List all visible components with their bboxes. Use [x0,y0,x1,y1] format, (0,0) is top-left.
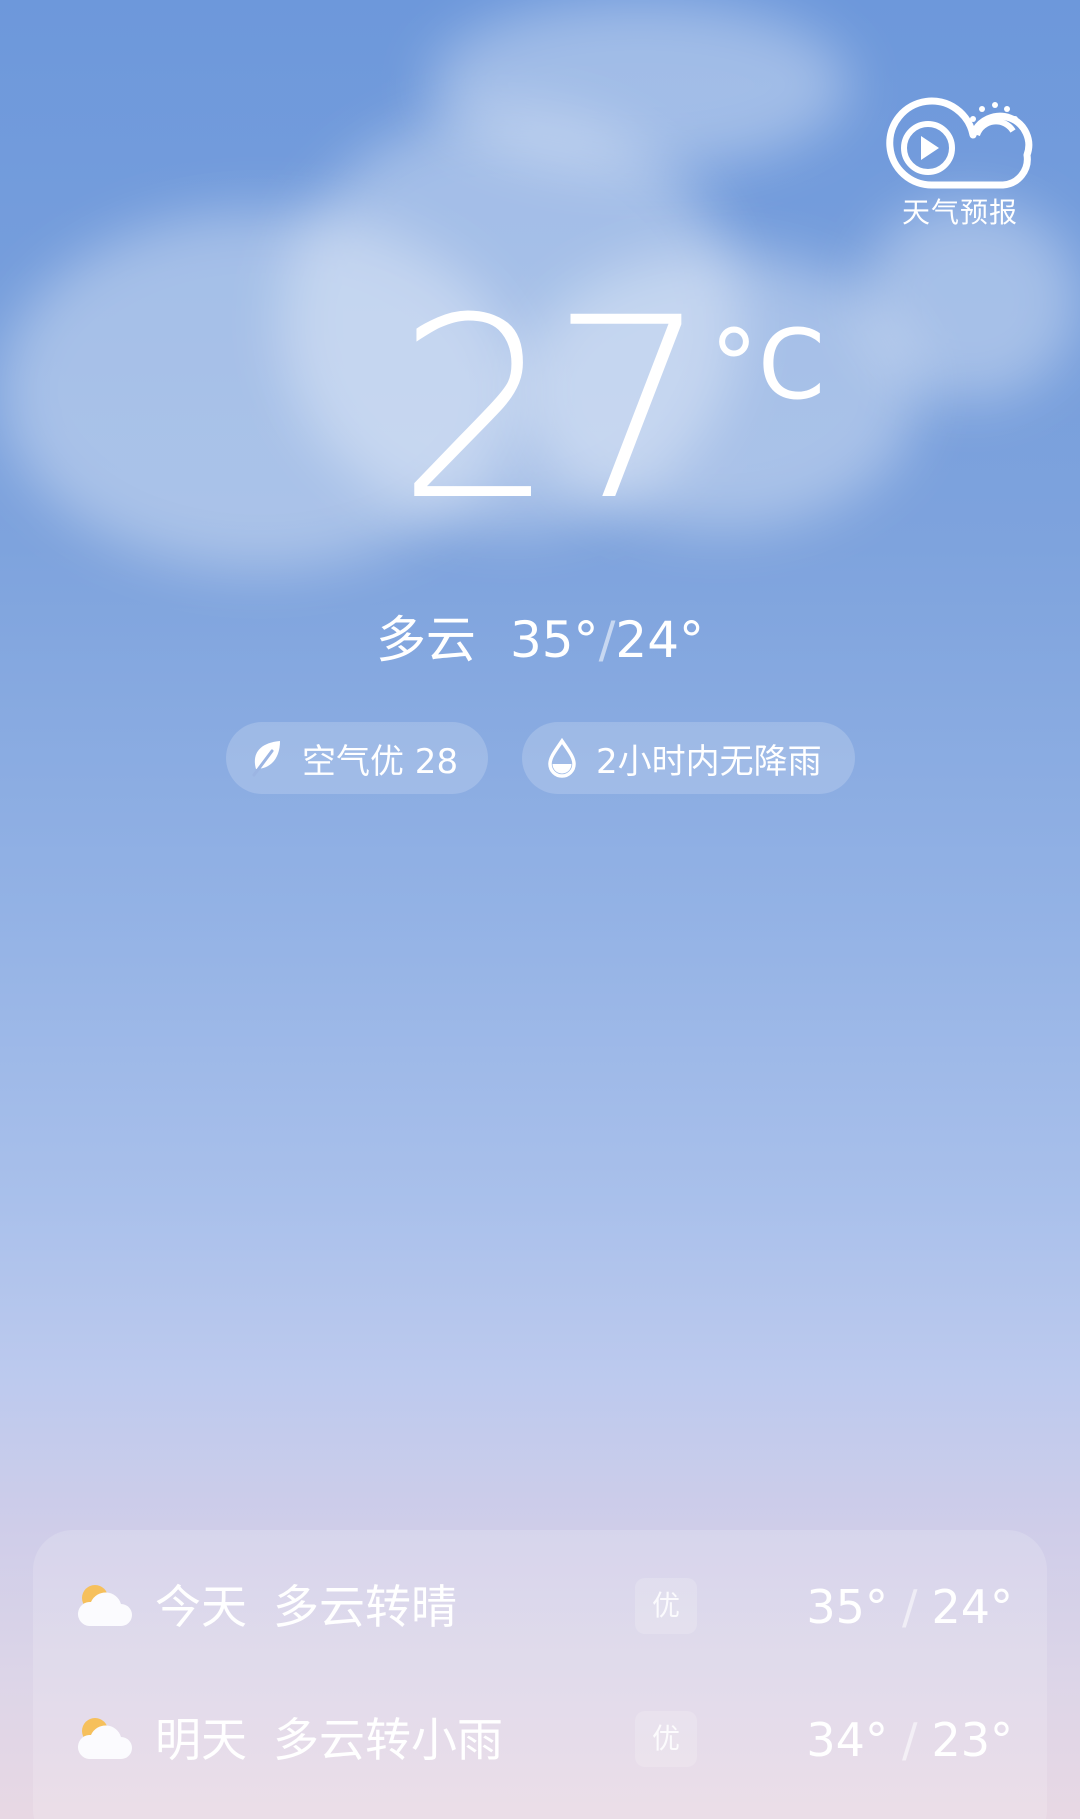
aqi-badge: 优 [635,1578,697,1634]
low-temperature: 24° [615,611,705,669]
temp-separator: / [901,1713,918,1767]
temp-separator: / [598,611,616,669]
forecast-day: 今天 [155,1580,247,1634]
temperature-unit: °C [710,309,826,421]
partly-cloudy-icon [77,1718,132,1759]
air-quality-chip[interactable]: 空气优 28 [226,722,488,794]
temp-separator: / [901,1580,918,1634]
current-temperature: 27 [396,264,709,555]
forecast-temps: 34°/23° [806,1709,1013,1771]
forecast-description: 多云转小雨 [273,1713,503,1767]
current-condition-line: 多云 35°/24° [0,608,1080,672]
forecast-high: 35° [806,1580,888,1634]
air-quality-label: 空气优 28 [302,741,459,782]
leaf-icon [252,741,280,777]
forecast-low: 24° [931,1580,1013,1634]
aqi-badge: 优 [635,1711,697,1767]
rain-forecast-chip[interactable]: 2小时内无降雨 [522,722,855,794]
partly-cloudy-icon [77,1585,132,1626]
weather-forecast-label: 天气预报 [901,196,1018,229]
condition-text: 多云 [375,611,476,669]
forecast-row-today[interactable]: 今天 多云转晴 优 35°/24° [33,1562,1047,1652]
weather-screen: 天气预报 27 °C 多云 35°/24° 空气优 28 2小时内无降雨 今天 多… [0,0,1080,1819]
forecast-description: 多云转晴 [273,1580,457,1634]
play-cloud-sun-icon [886,97,1033,189]
forecast-low: 23° [931,1713,1013,1767]
weather-forecast-video-button[interactable]: 天气预报 [885,95,1035,235]
forecast-row-tomorrow[interactable]: 明天 多云转小雨 优 34°/23° [33,1695,1047,1785]
forecast-day: 明天 [155,1713,247,1767]
rain-forecast-label: 2小时内无降雨 [596,741,822,782]
forecast-temps: 35°/24° [806,1576,1013,1638]
high-temperature: 35° [509,611,599,669]
water-drop-icon [548,738,576,778]
forecast-high: 34° [806,1713,888,1767]
forecast-card: 今天 多云转晴 优 35°/24° 明天 多云转小雨 优 34°/23° [33,1530,1047,1819]
